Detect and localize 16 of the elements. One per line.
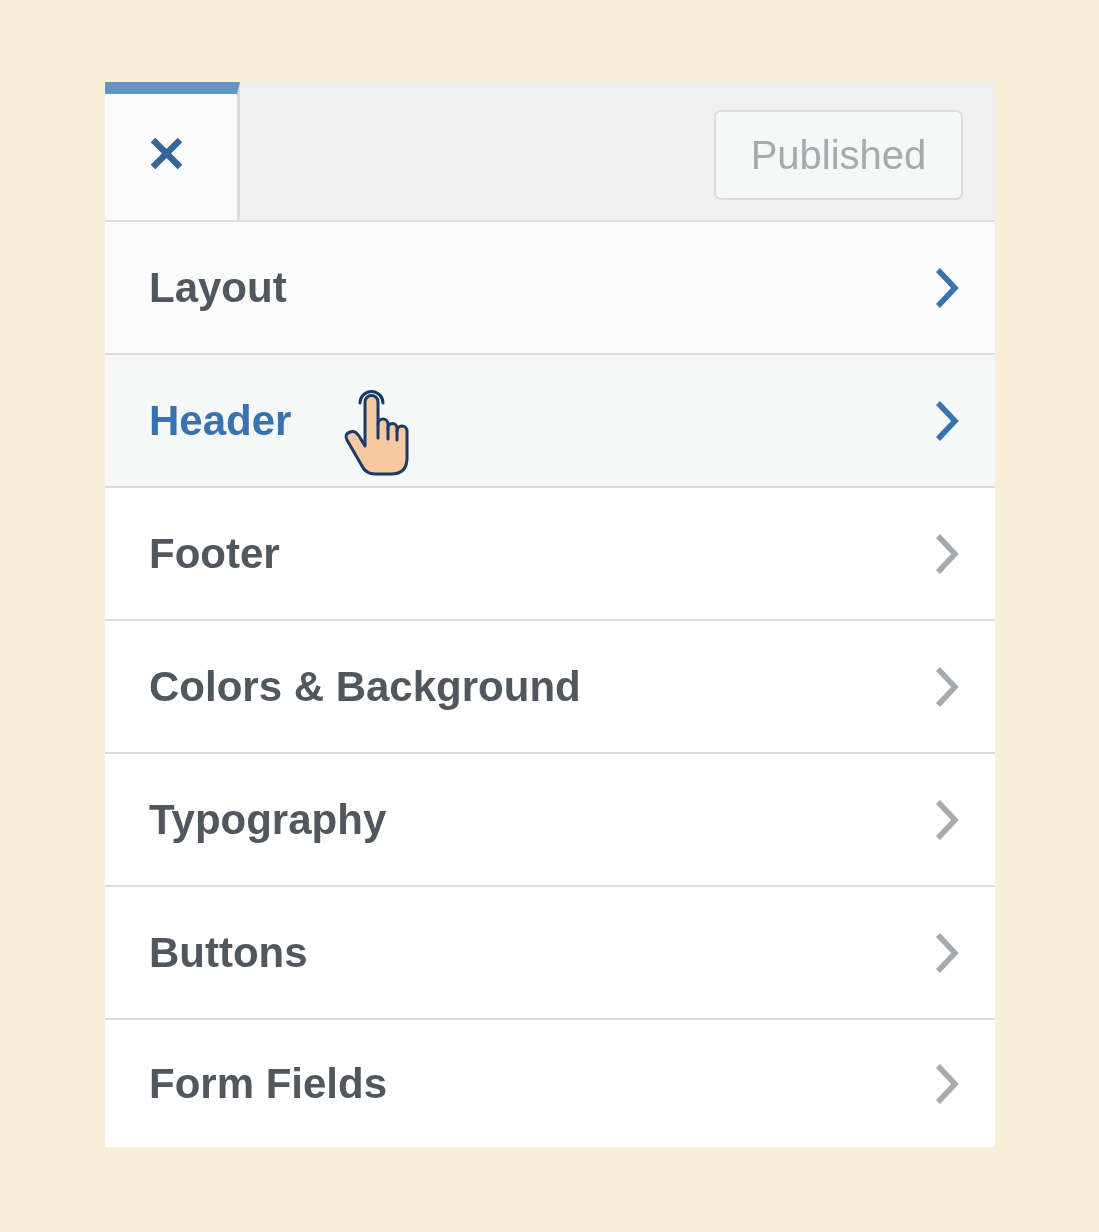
chevron-right-icon (935, 399, 961, 442)
close-button[interactable] (105, 82, 240, 220)
section-menu-item[interactable]: Form Fields (105, 1020, 995, 1147)
section-menu-item[interactable]: Buttons (105, 887, 995, 1020)
section-menu-item[interactable]: Layout (105, 222, 995, 355)
section-menu-item[interactable]: Footer (105, 488, 995, 621)
section-menu-item[interactable]: Typography (105, 754, 995, 887)
chevron-right-icon (935, 931, 961, 974)
close-icon (149, 136, 184, 171)
chevron-right-icon (935, 665, 961, 708)
section-menu-item[interactable]: Colors & Background (105, 621, 995, 754)
chevron-right-icon (935, 798, 961, 841)
chevron-right-icon (935, 266, 961, 309)
chevron-right-icon (935, 532, 961, 575)
section-menu-item[interactable]: Header (105, 355, 995, 488)
chevron-right-icon (935, 1062, 961, 1105)
